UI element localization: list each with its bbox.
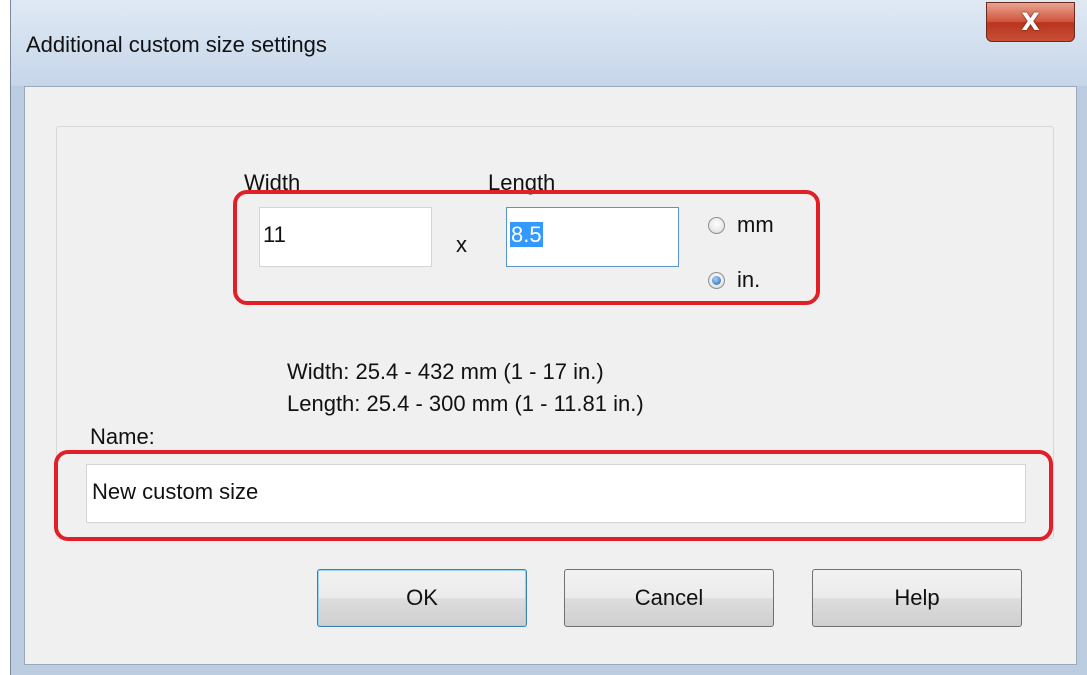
length-input[interactable]: 8.5 [506, 207, 679, 267]
unit-mm-radio[interactable] [708, 217, 725, 234]
length-range-text: Length: 25.4 - 300 mm (1 - 11.81 in.) [287, 391, 644, 416]
close-icon: X [1021, 8, 1040, 36]
cancel-button[interactable]: Cancel [564, 569, 774, 627]
ok-button[interactable]: OK [317, 569, 527, 627]
help-button-label: Help [894, 585, 940, 610]
name-label: Name: [90, 424, 155, 449]
width-label: Width [244, 170, 301, 195]
width-range-text: Width: 25.4 - 432 mm (1 - 17 in.) [287, 359, 604, 384]
width-input-value: 11 [263, 222, 286, 247]
unit-in-label[interactable]: in. [737, 267, 760, 293]
ok-button-label: OK [406, 585, 438, 610]
length-input-value: 8.5 [510, 222, 543, 247]
name-input[interactable]: New custom size [86, 464, 1026, 523]
cancel-button-label: Cancel [634, 585, 704, 610]
name-input-value: New custom size [92, 479, 259, 504]
help-button[interactable]: Help [812, 569, 1022, 627]
dialog-title: Additional custom size settings [26, 32, 327, 57]
close-button[interactable]: X [986, 2, 1075, 42]
title-bar[interactable]: Additional custom size settings X [11, 0, 1087, 86]
length-label: Length [488, 170, 556, 195]
dimension-separator: x [456, 232, 467, 257]
unit-mm-label[interactable]: mm [737, 212, 774, 238]
width-input[interactable]: 11 [259, 207, 432, 267]
unit-in-radio[interactable] [708, 272, 725, 289]
